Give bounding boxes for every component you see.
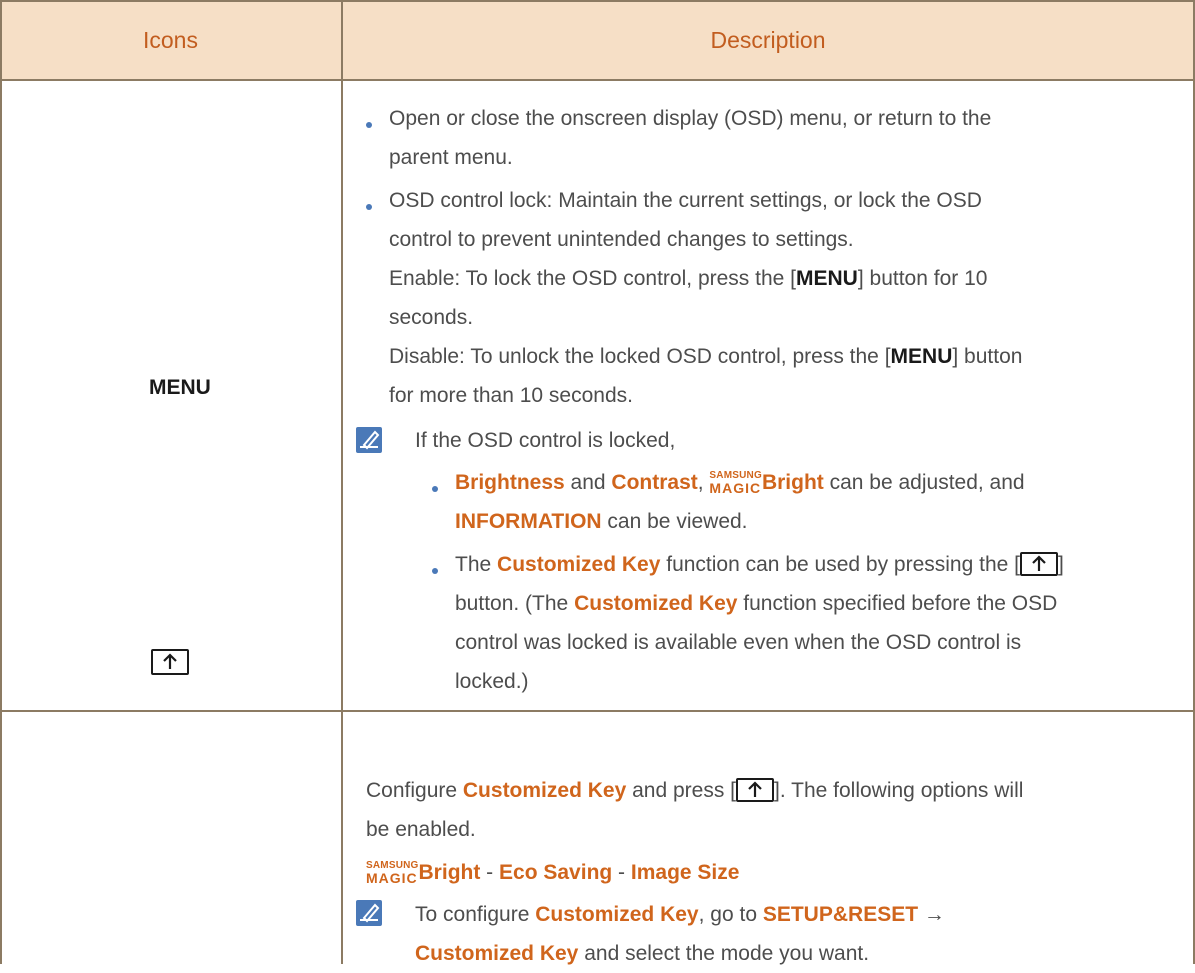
note-sub2-line1: The Customized Key function can be used … [455,545,1064,584]
bullet1-line1: Open or close the onscreen display (OSD)… [389,107,992,130]
bullet2-line6: for more than 10 seconds. [389,384,633,407]
header-icons-label: Icons [143,27,198,53]
note-sub2-line3: control was locked is available even whe… [455,631,1022,654]
note-icon [356,427,382,453]
eco-saving-keyword: Eco Saving [499,861,613,884]
text: can be viewed. [601,510,748,533]
image-size-keyword: Image Size [630,861,740,884]
note-sub2-line4: locked.) [455,670,529,693]
header-description: Description [341,0,1195,80]
row2-line2: be enabled. [366,818,476,841]
menu-icon-label: MENU [149,376,211,399]
text: - [480,861,500,884]
bullet2-line1: OSD control lock: Maintain the current s… [389,189,982,212]
note-pencil-icon [360,430,380,450]
text: ]. The following options will [774,779,1024,802]
menu-keyword: MENU [796,267,858,290]
text: button. (The [455,592,575,615]
bullet [432,568,438,574]
brightness-keyword: Brightness [455,471,565,494]
note-icon [356,900,382,926]
menu-keyword: MENU [890,345,953,368]
bullet2-line2: control to prevent unintended changes to… [389,228,854,251]
samsung-magic-logo: SAMSUNG MAGIC [366,861,419,886]
text: and select the mode you want. [578,942,870,965]
text: , [697,471,710,494]
text: and press [ [626,779,736,802]
customized-key-keyword: Customized Key [462,779,627,802]
bullet2-line4: seconds. [389,306,474,329]
column-divider [341,0,343,964]
row2-options: SAMSUNG MAGIC Bright - Eco Saving - Image … [366,853,739,892]
contrast-keyword: Contrast [611,471,698,494]
note-pencil-icon [360,903,380,923]
text: function specified before the OSD [737,592,1058,615]
row-divider [0,710,1195,712]
row2-note-line2: Customized Key and select the mode you w… [415,934,869,973]
magic-text: MAGIC [366,870,418,886]
top-border [0,0,1195,2]
text: ] button [952,345,1023,368]
header-divider [0,79,1195,81]
note-sub1-line1: Brightness and Contrast, SAMSUNG MAGIC Bri… [455,463,1025,502]
bullet2-line3: Enable: To lock the OSD control, press t… [389,259,987,298]
bright-keyword: Bright [418,861,481,884]
customized-key-keyword: Customized Key [497,553,661,576]
text: ] button for 10 [857,267,988,290]
customized-key-button-icon [736,778,774,802]
header-description-label: Description [710,27,826,53]
bullet [366,122,372,128]
text: function can be used by pressing the [ [660,553,1020,576]
text: can be adjusted, and [823,471,1025,494]
text: - [612,861,631,884]
text: Configure [366,779,463,802]
text: and [564,471,612,494]
note-sub2-line2: button. (The Customized Key function spe… [455,584,1057,623]
text: ] [1057,553,1064,576]
customized-key-button-icon [1019,552,1058,576]
text: Disable: To unlock the locked OSD contro… [389,345,891,368]
bullet [366,204,372,210]
text: The [455,553,498,576]
bright-keyword: Bright [761,471,824,494]
bullet1-line2: parent menu. [389,146,513,169]
text: , go to [698,903,763,926]
left-border [0,0,2,964]
row2-note-line1: To configure Customized Key, go to SETUP… [415,895,945,934]
row2-line1: Configure Customized Key and press [ ]. T… [366,771,1023,810]
bullet [432,486,438,492]
note-sub1-line2: INFORMATION can be viewed. [455,502,748,541]
magic-text: MAGIC [709,480,762,496]
arrow-up-icon [163,653,177,669]
text: To configure [415,903,536,926]
setup-reset-keyword: SETUP&RESET [762,903,919,926]
arrow-right-icon: → [918,903,945,926]
customized-key-icon [151,649,189,675]
samsung-magic-logo: SAMSUNG MAGIC [709,471,762,496]
information-keyword: INFORMATION [455,510,602,533]
text: Enable: To lock the OSD control, press t… [389,267,796,290]
customized-key-keyword: Customized Key [535,903,699,926]
note-intro: If the OSD control is locked, [415,429,676,452]
customized-key-keyword: Customized Key [415,942,579,965]
icon-description-table: Icons Description MENU Open or close the… [0,0,1195,964]
bullet2-line5: Disable: To unlock the locked OSD contro… [389,337,1022,376]
header-icons: Icons [0,0,341,80]
customized-key-keyword: Customized Key [574,592,738,615]
